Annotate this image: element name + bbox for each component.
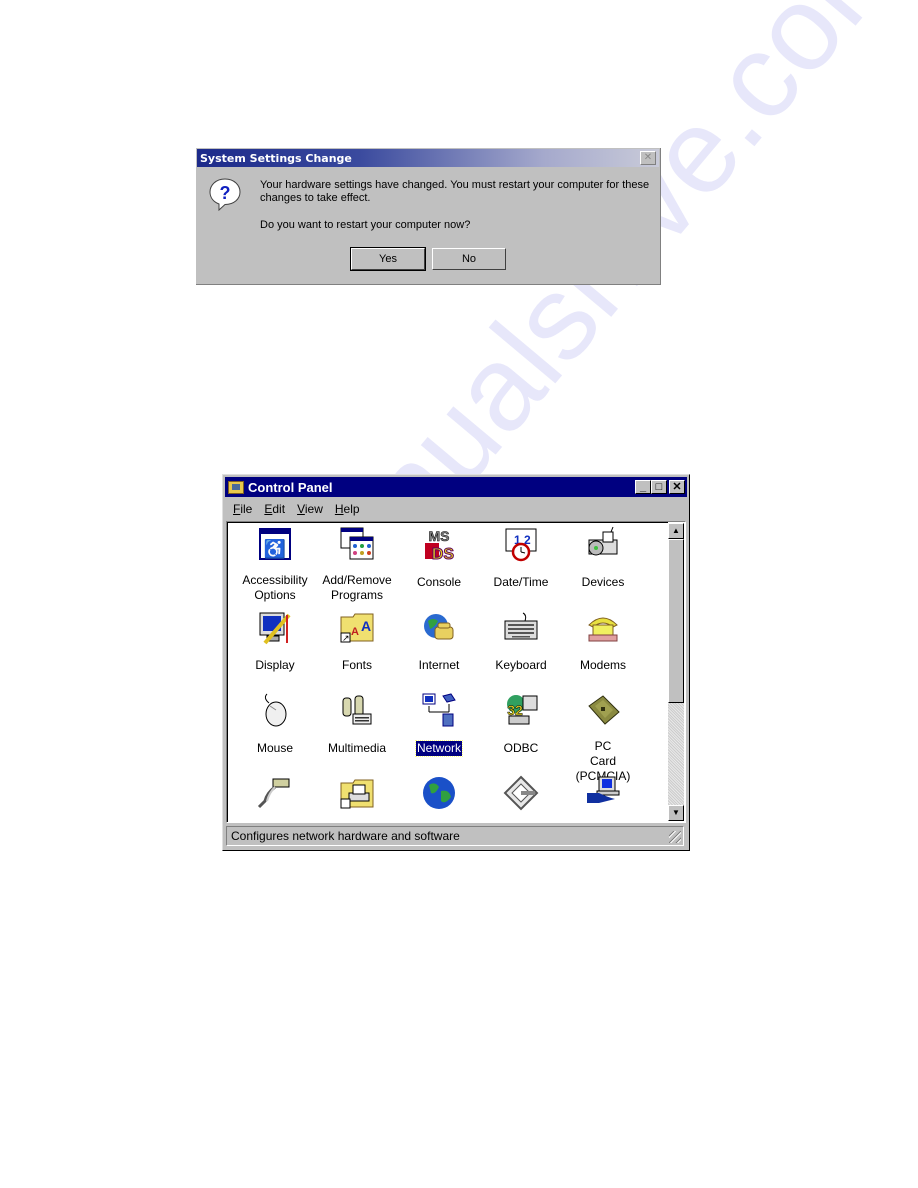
- control-panel-icon: [228, 480, 244, 494]
- control-panel-item[interactable]: SCSIAdapters: [480, 775, 562, 823]
- dialog-close-button[interactable]: ✕: [640, 151, 656, 165]
- dialog-question: Do you want to restart your computer now…: [260, 219, 471, 231]
- control-panel-item-label: Fonts: [341, 658, 372, 672]
- control-panel-titlebar[interactable]: Control Panel _ □ ✕: [225, 477, 687, 497]
- dialog-message: Your hardware settings have changed. You…: [260, 179, 650, 204]
- mouse-icon: [264, 693, 287, 727]
- ports-icon: [257, 778, 290, 809]
- control-panel-item[interactable]: Display: [234, 609, 316, 674]
- menu-view[interactable]: View: [291, 500, 329, 518]
- accessibility-icon: ♿: [259, 528, 291, 560]
- control-panel-item-label: Multimedia: [327, 741, 387, 755]
- control-panel-item[interactable]: Ports: [234, 775, 316, 822]
- control-panel-item[interactable]: Keyboard: [480, 609, 562, 674]
- control-panel-item[interactable]: Modems: [562, 609, 644, 674]
- control-panel-item-label: Internet: [418, 658, 460, 672]
- control-panel-item-label: Add/Remove Programs: [322, 573, 392, 602]
- dialog-title: System Settings Change: [200, 151, 352, 165]
- add-remove-programs-icon: [340, 527, 374, 560]
- control-panel-item-label: Keyboard: [495, 658, 547, 672]
- control-panel-item[interactable]: A A ↗ Fonts: [316, 609, 398, 674]
- control-panel-item-label: Devices: [581, 575, 625, 589]
- icon-view: ♿ Accessibility Options Add/Remove Programs M…: [226, 521, 686, 823]
- control-panel-item[interactable]: PC Card (PCMCIA): [562, 692, 644, 785]
- control-panel-item[interactable]: Internet: [398, 609, 480, 674]
- control-panel-item[interactable]: ♿ Accessibility Options: [234, 526, 316, 604]
- control-panel-item-label: Accessibility Options: [242, 573, 308, 602]
- svg-text:MS: MS: [429, 528, 450, 544]
- printers-icon: [340, 779, 374, 809]
- menu-bar: File Edit View Help: [227, 500, 366, 518]
- vertical-scrollbar[interactable]: ▲ ▼: [668, 523, 684, 821]
- server-icon: [587, 776, 620, 803]
- control-panel-item[interactable]: Mouse: [234, 692, 316, 757]
- window-controls: _ □ ✕: [635, 480, 685, 494]
- menu-file[interactable]: File: [227, 500, 258, 518]
- internet-icon: [424, 614, 454, 640]
- fonts-icon: AA↗: [340, 613, 374, 643]
- svg-text:?: ?: [220, 183, 231, 203]
- control-panel-item-label: Mouse: [256, 741, 294, 755]
- svg-text:32: 32: [507, 702, 523, 718]
- multimedia-icon: [342, 695, 372, 725]
- window-title: Control Panel: [248, 479, 333, 495]
- control-panel-item[interactable]: MS DS Console: [398, 526, 480, 591]
- svg-text:A: A: [351, 626, 359, 638]
- svg-text:DS: DS: [432, 546, 455, 562]
- control-panel-item[interactable]: Network: [398, 692, 480, 757]
- date-time-icon: 12: [505, 528, 537, 562]
- console-icon: MS DS: [425, 528, 455, 564]
- control-panel-item[interactable]: Add/Remove Programs: [316, 526, 398, 604]
- question-icon: ?: [209, 178, 241, 211]
- scroll-down-button[interactable]: ▼: [668, 805, 684, 821]
- scroll-up-button[interactable]: ▲: [668, 523, 684, 539]
- svg-text:A: A: [361, 618, 371, 634]
- icon-grid: ♿ Accessibility Options Add/Remove Programs M…: [227, 522, 668, 823]
- pc-card-icon: [588, 695, 620, 725]
- control-panel-item-label: SCSIAdapters: [496, 822, 546, 823]
- odbc-icon: 32: [507, 695, 538, 725]
- control-panel-item[interactable]: Regional: [398, 775, 480, 822]
- dialog-titlebar[interactable]: System Settings Change ✕: [197, 149, 659, 167]
- control-panel-item-label: Network: [414, 740, 464, 757]
- yes-button[interactable]: Yes: [350, 247, 426, 271]
- control-panel-item-label: Modems: [579, 658, 626, 672]
- control-panel-item-label: ODBC: [503, 741, 539, 755]
- menu-edit[interactable]: Edit: [258, 500, 291, 518]
- menu-help[interactable]: Help: [329, 500, 366, 518]
- svg-text:↗: ↗: [342, 633, 350, 643]
- network-icon: [422, 693, 456, 727]
- svg-text:♿: ♿: [264, 538, 286, 559]
- no-button[interactable]: No: [432, 248, 506, 270]
- scroll-thumb[interactable]: [668, 539, 684, 703]
- regional-icon: [423, 777, 455, 809]
- resize-grip[interactable]: [669, 831, 681, 843]
- system-settings-change-dialog: System Settings Change ✕ ? Your hardware…: [196, 148, 661, 285]
- devices-icon: [588, 526, 618, 556]
- scsi-adapters-icon: [503, 775, 539, 811]
- control-panel-item-label: Console: [416, 575, 462, 589]
- keyboard-icon: [504, 612, 538, 640]
- control-panel-item[interactable]: 32 ODBC: [480, 692, 562, 757]
- modems-icon: [588, 617, 618, 642]
- control-panel-item-label: Date/Time: [493, 575, 549, 589]
- status-bar: Configures network hardware and software: [226, 826, 684, 846]
- control-panel-item-label: Display: [255, 658, 295, 672]
- control-panel-item[interactable]: Server: [562, 775, 644, 822]
- control-panel-item[interactable]: 1 2 Date/Time: [480, 526, 562, 591]
- maximize-button[interactable]: □: [651, 480, 667, 494]
- control-panel-item[interactable]: Devices: [562, 526, 644, 591]
- close-button[interactable]: ✕: [669, 480, 685, 494]
- status-text: Configures network hardware and software: [231, 829, 460, 843]
- control-panel-item[interactable]: Multimedia: [316, 692, 398, 757]
- control-panel-window: Control Panel _ □ ✕ File Edit View Help …: [222, 474, 690, 851]
- control-panel-item[interactable]: Printers: [316, 775, 398, 822]
- display-icon: [259, 612, 291, 645]
- minimize-button[interactable]: _: [635, 480, 651, 494]
